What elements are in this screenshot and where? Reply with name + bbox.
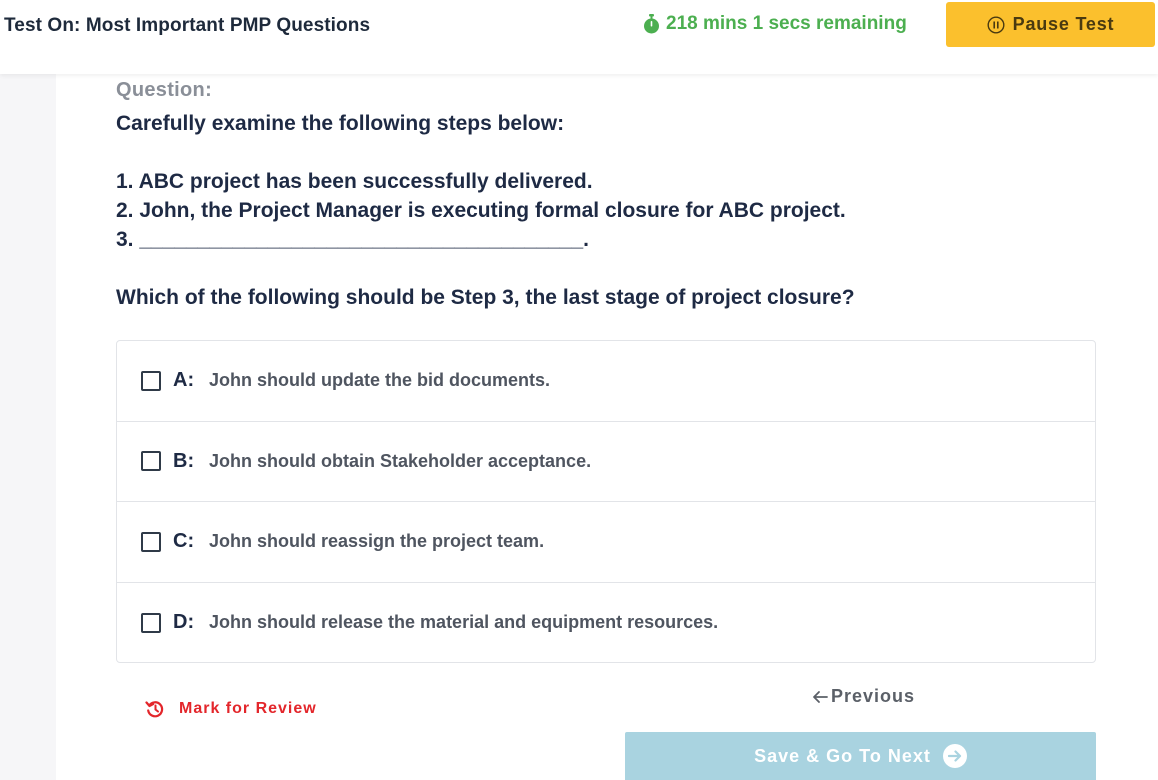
pause-test-button[interactable]: Pause Test	[946, 2, 1155, 47]
arrow-right-circle-icon	[942, 744, 967, 768]
option-text: John should reassign the project team.	[209, 531, 545, 552]
question-step-1: 1. ABC project has been successfully del…	[116, 170, 593, 193]
history-icon	[145, 701, 164, 718]
pause-circle-icon	[987, 15, 1005, 34]
test-title: Test On: Most Important PMP Questions	[4, 15, 371, 36]
timer-text: 218 mins 1 secs remaining	[666, 13, 907, 34]
answer-options: A: John should update the bid documents.…	[116, 340, 1096, 663]
option-b[interactable]: B: John should obtain Stakeholder accept…	[117, 422, 1095, 502]
mark-for-review-label: Mark for Review	[179, 700, 317, 717]
option-d-checkbox[interactable]	[141, 612, 161, 633]
previous-label: Previous	[831, 686, 916, 706]
timer: 218 mins 1 secs remaining	[643, 13, 907, 35]
option-text: John should update the bid documents.	[209, 370, 550, 391]
option-a-checkbox[interactable]	[141, 370, 161, 391]
option-a[interactable]: A: John should update the bid documents.	[117, 341, 1095, 422]
option-letter: D:	[173, 611, 195, 634]
option-d[interactable]: D: John should release the material and …	[117, 583, 1095, 664]
option-letter: C:	[173, 530, 195, 553]
save-and-next-label: Save & Go To Next	[754, 745, 931, 766]
stopwatch-icon	[644, 14, 659, 34]
option-c-checkbox[interactable]	[141, 531, 161, 552]
question-step-3: 3. _____________________________________…	[116, 228, 589, 251]
mark-for-review-button[interactable]: Mark for Review	[145, 699, 317, 719]
option-c[interactable]: C: John should reassign the project team…	[117, 502, 1095, 583]
pause-test-label: Pause Test	[1012, 14, 1115, 34]
question-intro: Carefully examine the following steps be…	[116, 112, 565, 135]
arrow-left-icon	[813, 690, 828, 703]
previous-button[interactable]: Previous	[812, 686, 915, 707]
save-and-next-button[interactable]: Save & Go To Next	[625, 732, 1096, 780]
question-prompt: Which of the following should be Step 3,…	[116, 286, 855, 309]
option-text: John should release the material and equ…	[209, 612, 719, 633]
question-step-2: 2. John, the Project Manager is executin…	[116, 199, 846, 222]
top-bar: Test On: Most Important PMP Questions 21…	[0, 0, 1158, 74]
question-panel: Question: Carefully examine the followin…	[56, 74, 1158, 780]
question-label: Question:	[116, 79, 213, 101]
option-b-checkbox[interactable]	[141, 451, 161, 472]
option-letter: A:	[173, 369, 195, 392]
option-text: John should obtain Stakeholder acceptanc…	[209, 450, 592, 471]
option-letter: B:	[173, 449, 195, 472]
